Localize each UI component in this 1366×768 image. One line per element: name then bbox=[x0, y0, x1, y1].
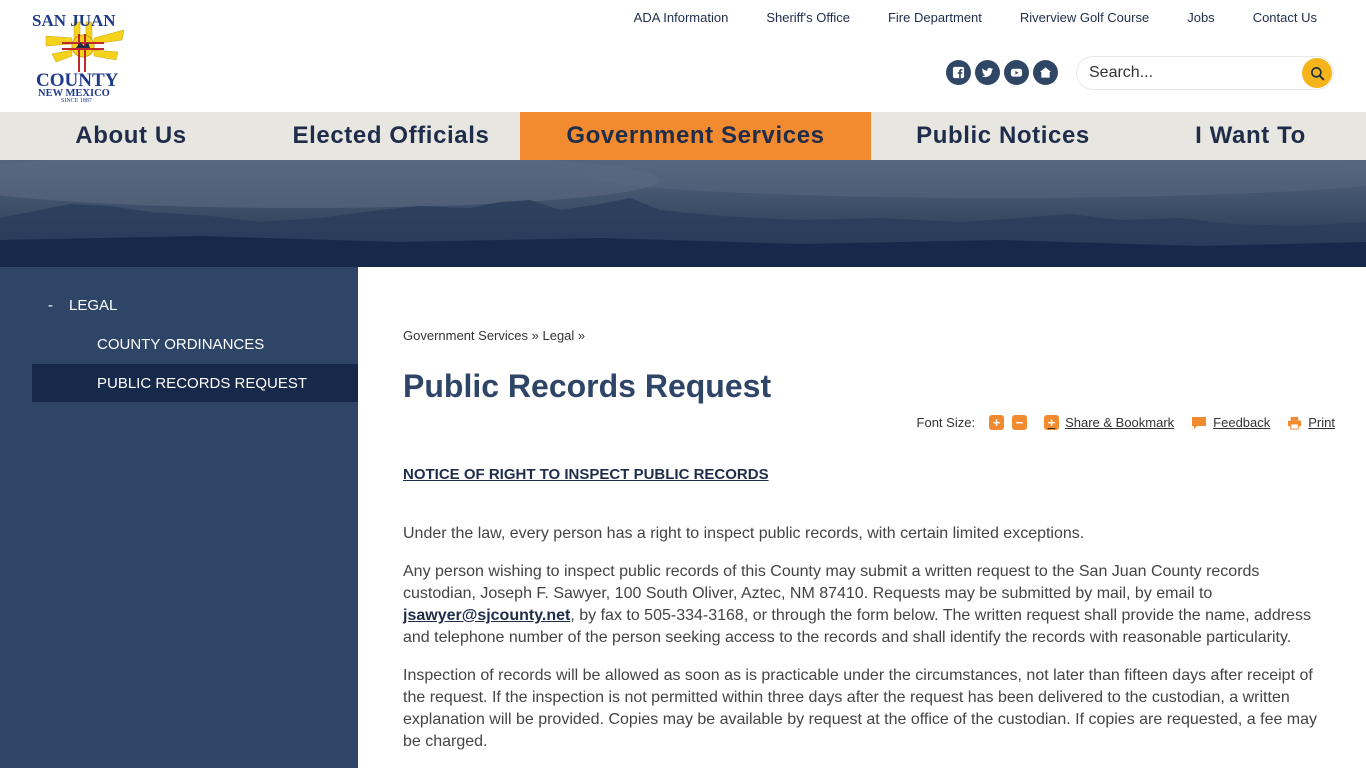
utility-nav: ADA Information Sheriff's Office Fire De… bbox=[615, 10, 1336, 26]
custodian-email-link[interactable]: jsawyer@sjcounty.net bbox=[403, 607, 570, 624]
share-bookmark-link[interactable]: + Share & Bookmark bbox=[1044, 415, 1174, 430]
svg-text:SINCE 1887: SINCE 1887 bbox=[61, 98, 92, 104]
page-title: Public Records Request bbox=[403, 368, 772, 404]
print-icon bbox=[1288, 416, 1302, 430]
nav-sheriffs-office[interactable]: Sheriff's Office bbox=[747, 10, 869, 26]
breadcrumb-separator: » bbox=[577, 328, 586, 343]
main-nav-government-services[interactable]: Government Services bbox=[520, 112, 871, 160]
zia-logo-graphic: SAN JUAN COUNTY NEW MEXICO SINCE 1887 bbox=[32, 11, 125, 104]
nav-jobs[interactable]: Jobs bbox=[1168, 10, 1233, 26]
paragraph-inspection-timing: Inspection of records will be allowed as… bbox=[403, 667, 1318, 750]
facebook-icon[interactable] bbox=[946, 60, 971, 85]
nav-riverview-golf-course[interactable]: Riverview Golf Course bbox=[1001, 10, 1168, 26]
share-plus-icon: + bbox=[1044, 415, 1060, 430]
nav-fire-department[interactable]: Fire Department bbox=[869, 10, 1001, 26]
sidebar-section-label[interactable]: LEGAL bbox=[69, 297, 117, 314]
feedback-label: Feedback bbox=[1213, 415, 1271, 430]
nav-contact-us[interactable]: Contact Us bbox=[1234, 10, 1336, 26]
sidebar-item-county-ordinances[interactable]: COUNTY ORDINANCES bbox=[32, 325, 358, 363]
collapse-toggle-icon[interactable]: - bbox=[48, 297, 53, 314]
feedback-icon bbox=[1192, 416, 1207, 429]
main-content: Government Services » Legal » Public Rec… bbox=[358, 267, 1366, 768]
main-nav: About Us Elected Officials Government Se… bbox=[0, 112, 1366, 160]
search-icon bbox=[1310, 66, 1324, 80]
main-nav-about-us[interactable]: About Us bbox=[0, 112, 262, 160]
mesa-landscape-image bbox=[0, 160, 1366, 267]
svg-text:SAN JUAN: SAN JUAN bbox=[32, 11, 116, 30]
search-input[interactable] bbox=[1089, 63, 1289, 83]
page-tools: Font Size: + − + Share & Bookmark Feedba… bbox=[917, 415, 1335, 430]
social-links bbox=[946, 60, 1058, 85]
search-button[interactable] bbox=[1302, 58, 1332, 88]
breadcrumb: Government Services » Legal » bbox=[403, 328, 585, 343]
hero-banner bbox=[0, 160, 1366, 267]
font-decrease-button[interactable]: − bbox=[1012, 415, 1028, 430]
youtube-icon[interactable] bbox=[1004, 60, 1029, 85]
main-nav-public-notices[interactable]: Public Notices bbox=[871, 112, 1135, 160]
paragraph-text: Any person wishing to inspect public rec… bbox=[403, 563, 1260, 602]
print-label: Print bbox=[1308, 415, 1335, 430]
twitter-icon[interactable] bbox=[975, 60, 1000, 85]
section-sidebar: - LEGAL COUNTY ORDINANCES PUBLIC RECORDS… bbox=[0, 267, 358, 768]
print-link[interactable]: Print bbox=[1287, 415, 1335, 430]
font-increase-button[interactable]: + bbox=[989, 415, 1005, 430]
site-search bbox=[1077, 57, 1333, 89]
notice-heading: NOTICE OF RIGHT TO INSPECT PUBLIC RECORD… bbox=[403, 466, 769, 483]
feedback-link[interactable]: Feedback bbox=[1191, 415, 1270, 430]
main-nav-i-want-to[interactable]: I Want To bbox=[1135, 112, 1366, 160]
paragraph-request-instructions: Any person wishing to inspect public rec… bbox=[403, 561, 1333, 649]
font-size-label: Font Size: bbox=[916, 415, 976, 430]
share-bookmark-label: Share & Bookmark bbox=[1065, 415, 1175, 430]
paragraph-rights: Under the law, every person has a right … bbox=[403, 525, 1085, 542]
sidebar-section-legal[interactable]: - LEGAL bbox=[48, 297, 117, 314]
main-nav-elected-officials[interactable]: Elected Officials bbox=[262, 112, 520, 160]
breadcrumb-government-services[interactable]: Government Services bbox=[403, 328, 528, 343]
sidebar-item-public-records-request[interactable]: PUBLIC RECORDS REQUEST bbox=[32, 364, 358, 402]
county-logo[interactable]: SAN JUAN COUNTY NEW MEXICO SINCE 1887 bbox=[32, 8, 134, 104]
nav-ada-information[interactable]: ADA Information bbox=[615, 10, 748, 26]
site-header: SAN JUAN COUNTY NEW MEXICO SINCE 1887 AD… bbox=[0, 0, 1366, 112]
home-icon[interactable] bbox=[1033, 60, 1058, 85]
breadcrumb-separator: » bbox=[531, 328, 539, 343]
breadcrumb-legal[interactable]: Legal bbox=[542, 328, 574, 343]
